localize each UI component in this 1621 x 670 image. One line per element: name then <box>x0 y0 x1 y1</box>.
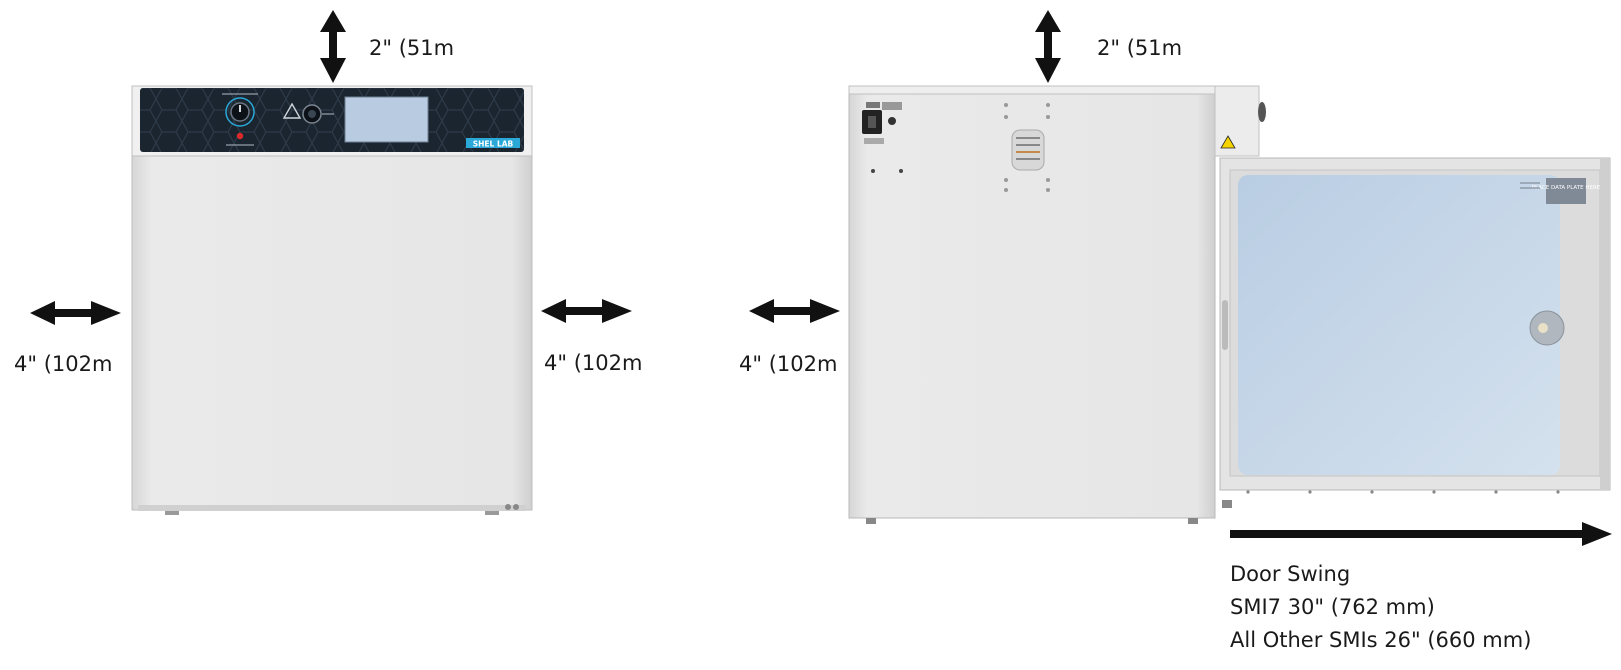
touch-display <box>344 96 429 143</box>
side-left-clearance-arrow <box>749 299 840 323</box>
front-top-clearance-arrow <box>320 10 346 83</box>
door-glass <box>1238 175 1560 475</box>
vent-icon <box>1011 129 1045 171</box>
side-view-incubator <box>848 85 1266 524</box>
side-top-clearance-label: 2" (51m <box>1097 36 1183 60</box>
door-swing-other-smis: All Other SMIs 26" (660 mm) <box>1230 628 1532 652</box>
open-glass-door: PLACE DATA PLATE HERE <box>1219 157 1611 494</box>
clearance-diagram: { "front_view": { "top_clearance": "2\" … <box>0 0 1621 670</box>
door-handle <box>1222 300 1228 350</box>
control-panel: SHEL LAB <box>140 88 524 152</box>
front-top-clearance-label: 2" (51m <box>369 36 455 60</box>
front-left-clearance-label: 4" (102m <box>14 352 113 376</box>
side-top-clearance-arrow <box>1035 10 1061 83</box>
front-right-clearance-label: 4" (102m <box>544 351 643 375</box>
front-left-clearance-arrow <box>30 301 121 325</box>
brand-logo: SHEL LAB <box>466 138 520 149</box>
svg-text:SHEL LAB: SHEL LAB <box>473 140 514 149</box>
side-left-clearance-label: 4" (102m <box>739 352 838 376</box>
door-swing-arrow <box>1230 522 1612 546</box>
front-right-clearance-arrow <box>541 299 632 323</box>
door-swing-smi7: SMI7 30" (762 mm) <box>1230 595 1435 619</box>
indicator-light-icon <box>236 132 244 140</box>
door-swing-title: Door Swing <box>1230 562 1351 586</box>
svg-text:PLACE DATA PLATE HERE: PLACE DATA PLATE HERE <box>1532 185 1601 191</box>
front-view-incubator: SHEL LAB <box>131 85 533 515</box>
door-swing-text: Door Swing SMI7 30" (762 mm) All Other S… <box>1230 558 1531 657</box>
